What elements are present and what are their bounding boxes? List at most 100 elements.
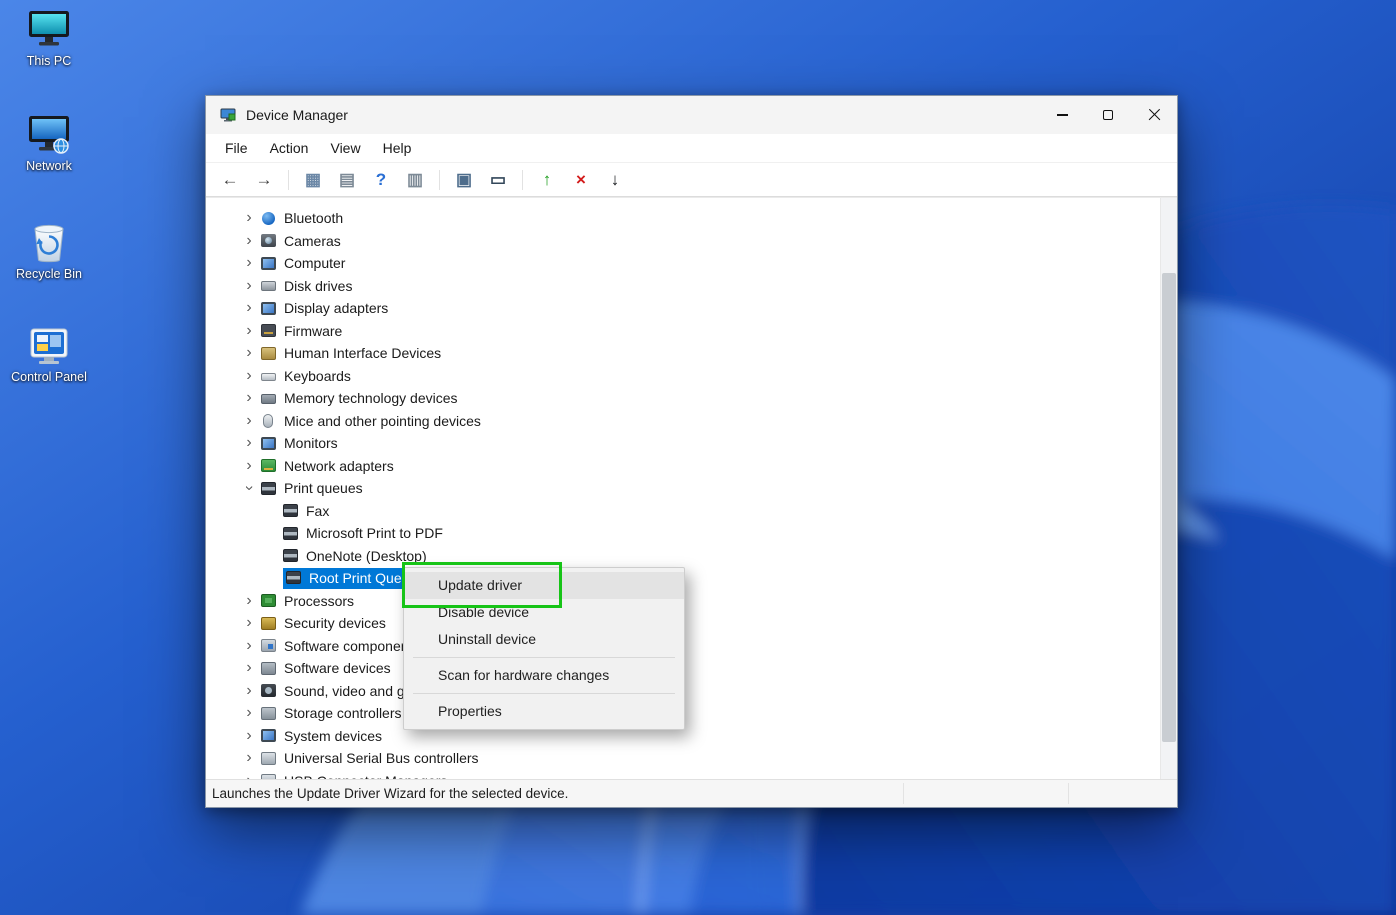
desktop-icon-this-pc[interactable]: This PC: [6, 8, 92, 68]
expand-chevron-icon[interactable]: ›: [241, 255, 257, 271]
maximize-button[interactable]: [1085, 96, 1131, 134]
vertical-scrollbar[interactable]: [1160, 198, 1177, 779]
tree-item-fax[interactable]: Fax: [206, 500, 1160, 523]
tree-item-label: Security devices: [284, 615, 386, 632]
tree-item-label: Universal Serial Bus controllers: [284, 750, 479, 767]
memory-icon: [261, 393, 276, 404]
uninstall-device-button[interactable]: ×: [567, 167, 595, 193]
tree-item-print-queues[interactable]: › Print queues: [206, 477, 1160, 500]
tree-item-label: Mice and other pointing devices: [284, 412, 481, 429]
context-menu-scan-for-hardware-changes[interactable]: Scan for hardware changes: [404, 662, 684, 689]
tree-item-label: Processors: [284, 592, 355, 609]
tree-item-label: Software components: [284, 637, 420, 654]
tree-item-label: Storage controllers: [284, 705, 402, 722]
tree-item-bluetooth[interactable]: › Bluetooth: [206, 207, 1160, 230]
keyboard-icon: [261, 372, 276, 381]
control-panel-icon: [30, 328, 68, 365]
context-menu-properties[interactable]: Properties: [404, 698, 684, 725]
tree-item-cameras[interactable]: › Cameras: [206, 230, 1160, 253]
tree-item-microsoft-print-to-pdf[interactable]: Microsoft Print to PDF: [206, 522, 1160, 545]
expand-chevron-icon[interactable]: ›: [241, 750, 257, 766]
expand-chevron-icon[interactable]: ›: [241, 435, 257, 451]
tree-item-label: Firmware: [284, 322, 343, 339]
expand-chevron-icon[interactable]: ›: [241, 322, 257, 339]
expand-chevron-icon[interactable]: ›: [241, 592, 257, 609]
tree-item-label: Cameras: [284, 232, 341, 249]
device-manager-window: Device Manager File Action View Help ← → ▦ ▤? ▥…: [205, 95, 1178, 808]
bluetooth-icon: [262, 211, 275, 225]
tree-item-memory-technology-devices[interactable]: › Memory technology devices: [206, 387, 1160, 410]
window-title: Device Manager: [246, 107, 348, 123]
minimize-button[interactable]: [1039, 96, 1085, 134]
tree-item-network-adapters[interactable]: › Network adapters: [206, 455, 1160, 478]
tree-item-universal-serial-bus-controllers[interactable]: › Universal Serial Bus controllers: [206, 747, 1160, 770]
arrow-left-icon: ←: [221, 170, 239, 189]
computer-search-icon: ▣: [455, 170, 473, 189]
back-button[interactable]: ←: [216, 167, 244, 193]
menu-view[interactable]: View: [319, 134, 371, 162]
expand-chevron-icon[interactable]: ›: [241, 345, 257, 361]
uninstall-icon: ×: [576, 170, 586, 189]
tree-item-keyboards[interactable]: › Keyboards: [206, 365, 1160, 388]
titlebar[interactable]: Device Manager: [206, 96, 1177, 134]
export-list-button[interactable]: ▤: [333, 167, 361, 193]
expand-chevron-icon[interactable]: ›: [241, 457, 257, 474]
expand-chevron-icon[interactable]: ›: [241, 210, 257, 226]
scan-hardware-changes-button[interactable]: ▣: [450, 167, 478, 193]
tree-item-mice-and-other-pointing-devices[interactable]: › Mice and other pointing devices: [206, 410, 1160, 433]
menu-action[interactable]: Action: [259, 134, 320, 162]
menu-help[interactable]: Help: [372, 134, 423, 162]
disable-device-button[interactable]: ↓: [601, 167, 629, 193]
expand-chevron-icon[interactable]: ›: [241, 232, 257, 249]
update-driver-button[interactable]: ↑: [533, 167, 561, 193]
desktop-icon-recycle-bin[interactable]: Recycle Bin: [6, 219, 92, 281]
scrollbar-thumb[interactable]: [1162, 273, 1176, 742]
properties-button[interactable]: ▥: [401, 167, 429, 193]
show-console-tree-button[interactable]: ▦: [299, 167, 327, 193]
tree-item-label: Root Print Queue: [309, 569, 418, 586]
tree-item-onenote-desktop[interactable]: OneNote (Desktop): [206, 545, 1160, 568]
expand-chevron-icon[interactable]: ›: [241, 660, 257, 676]
expand-chevron-icon[interactable]: ›: [241, 637, 257, 654]
desktop-icon-network[interactable]: Network: [6, 113, 92, 173]
context-menu-uninstall-device[interactable]: Uninstall device: [404, 626, 684, 653]
menu-separator: [413, 693, 675, 694]
expand-chevron-icon[interactable]: ›: [241, 705, 257, 721]
menu-separator: [413, 657, 675, 658]
tree-item-display-adapters[interactable]: › Display adapters: [206, 297, 1160, 320]
expand-chevron-icon[interactable]: ›: [241, 300, 257, 316]
tree-item-label: Computer: [284, 255, 346, 272]
disk-icon: [261, 281, 276, 292]
tree-item-label: System devices: [284, 727, 383, 744]
tree-item-disk-drives[interactable]: › Disk drives: [206, 275, 1160, 298]
annotation-highlight: [402, 562, 562, 608]
computer-icon: [261, 256, 276, 270]
expand-chevron-icon[interactable]: ›: [241, 682, 257, 699]
tree-item-firmware[interactable]: › Firmware: [206, 320, 1160, 343]
expand-chevron-icon[interactable]: ›: [241, 367, 257, 384]
tree-item-label: Human Interface Devices: [284, 345, 442, 362]
close-button[interactable]: [1131, 96, 1177, 134]
expand-chevron-icon[interactable]: ›: [241, 727, 257, 744]
desktop-icon-label: Network: [26, 159, 72, 174]
tree-item-label: Software devices: [284, 660, 391, 677]
desktop-icon-label: Control Panel: [11, 370, 87, 385]
devices-view-button[interactable]: ▭: [484, 167, 512, 193]
help-button[interactable]: ?: [367, 167, 395, 193]
expand-chevron-icon[interactable]: ›: [241, 390, 257, 406]
forward-button[interactable]: →: [250, 167, 278, 193]
expand-chevron-icon[interactable]: ›: [241, 277, 257, 294]
desktop-icon-control-panel[interactable]: Control Panel: [6, 326, 92, 384]
tree-item-human-interface-devices[interactable]: › Human Interface Devices: [206, 342, 1160, 365]
tree-item-monitors[interactable]: › Monitors: [206, 432, 1160, 455]
security-icon: [261, 616, 276, 630]
tree-item-label: Bluetooth: [284, 210, 344, 227]
recycle-bin-icon: [34, 224, 64, 262]
tree-item-usb-connector-managers[interactable]: ›USB Connector Managers: [206, 770, 1160, 779]
expand-chevron-icon[interactable]: ›: [241, 480, 258, 496]
tree-item-computer[interactable]: › Computer: [206, 252, 1160, 275]
camera-icon: [261, 234, 276, 248]
expand-chevron-icon[interactable]: ›: [241, 615, 257, 631]
menu-file[interactable]: File: [214, 134, 259, 162]
expand-chevron-icon[interactable]: ›: [241, 412, 257, 429]
